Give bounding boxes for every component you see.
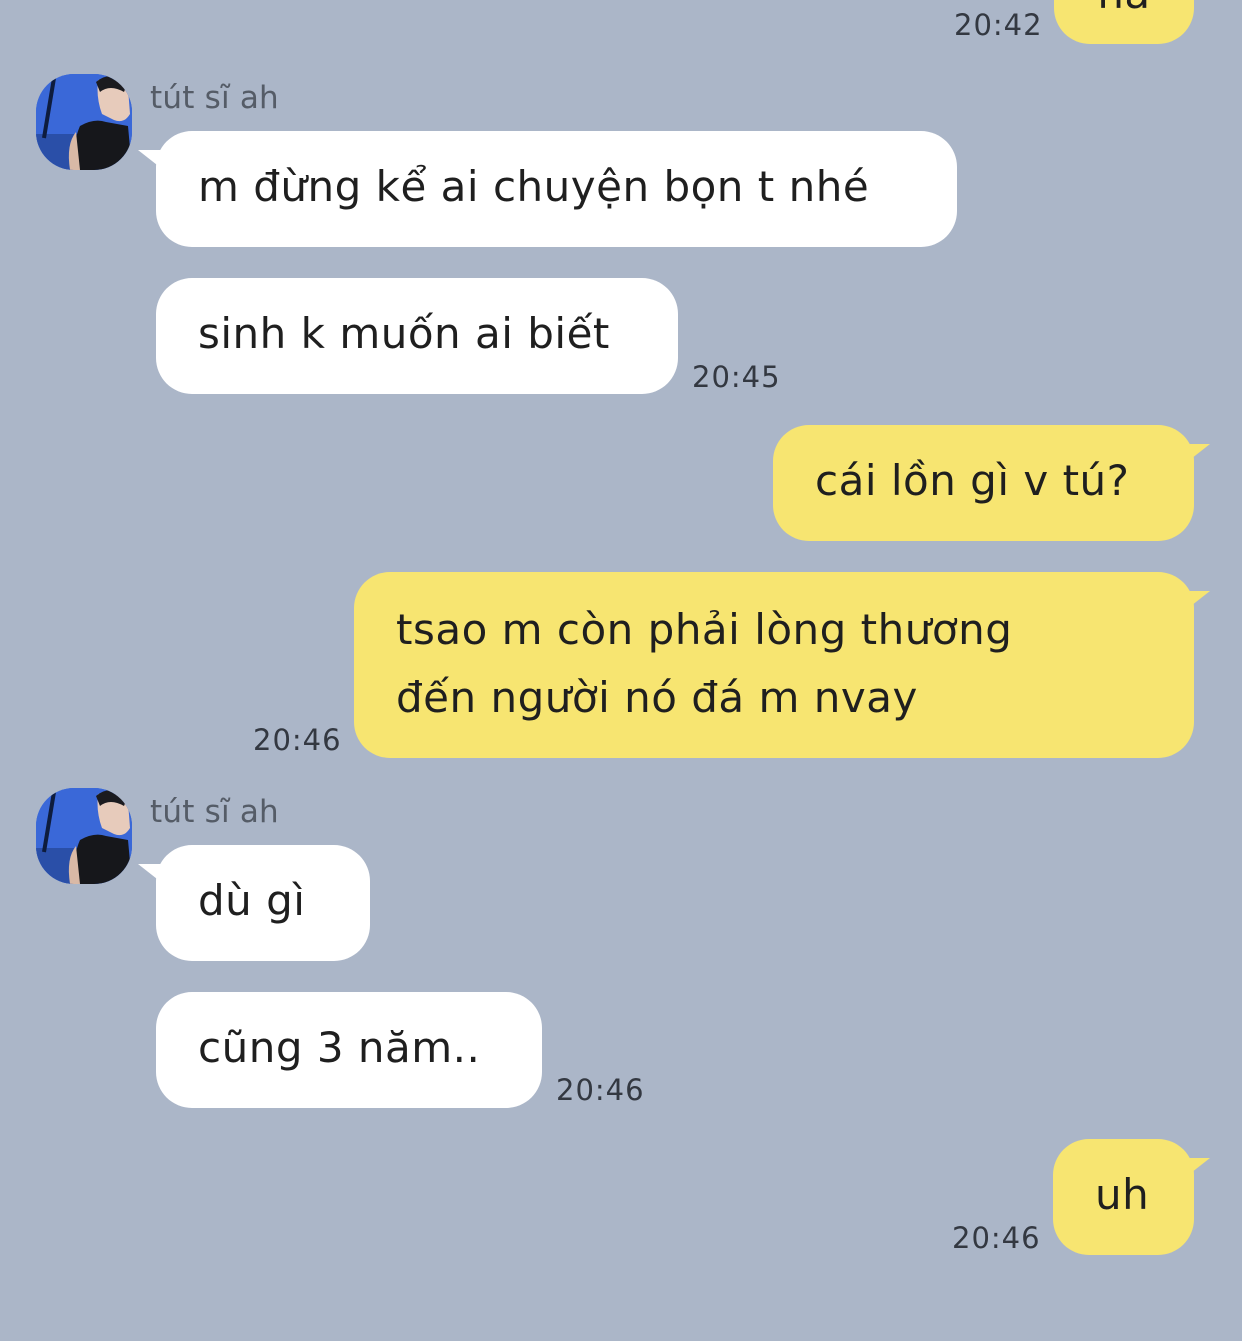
message-text: m đừng kể ai chuyện bọn t nhé — [198, 162, 870, 211]
incoming-bubble[interactable]: sinh k muốn ai biết — [156, 278, 678, 394]
message-text: cũng 3 năm.. — [198, 1023, 481, 1072]
avatar[interactable] — [36, 74, 132, 170]
message-time: 20:46 — [253, 723, 342, 757]
outgoing-bubble[interactable]: uh — [1053, 1139, 1194, 1255]
message-text: uh — [1095, 1170, 1150, 1219]
message-time: 20:42 — [954, 8, 1043, 42]
outgoing-bubble-partial[interactable]: hả — [1054, 0, 1194, 44]
avatar-photo-icon — [36, 788, 132, 884]
message-time: 20:46 — [952, 1221, 1041, 1255]
avatar-photo-icon — [36, 74, 132, 170]
bubble-tail — [1182, 1158, 1210, 1180]
outgoing-bubble[interactable]: cái lồn gì v tú? — [773, 425, 1194, 541]
sender-name: tút sĩ ah — [150, 794, 279, 830]
bubble-tail — [1182, 444, 1210, 466]
message-time: 20:46 — [556, 1073, 645, 1107]
message-time: 20:45 — [692, 360, 781, 394]
message-text: cái lồn gì v tú? — [815, 456, 1130, 505]
incoming-bubble[interactable]: dù gì — [156, 845, 370, 961]
chat-transcript: hả 20:42 tút sĩ ah m đừng kể ai chuyện b… — [0, 0, 1242, 1341]
message-text-line-1: tsao m còn phải lòng thương — [396, 605, 1013, 654]
avatar[interactable] — [36, 788, 132, 884]
message-text: dù gì — [198, 876, 306, 925]
message-text: sinh k muốn ai biết — [198, 309, 610, 358]
message-text: hả — [1097, 0, 1150, 18]
outgoing-bubble[interactable]: tsao m còn phải lòng thương đến người nó… — [354, 572, 1194, 758]
sender-name: tút sĩ ah — [150, 80, 279, 116]
incoming-bubble[interactable]: m đừng kể ai chuyện bọn t nhé — [156, 131, 957, 247]
message-text-line-2: đến người nó đá m nvay — [396, 673, 918, 722]
bubble-tail — [1182, 591, 1210, 613]
incoming-bubble[interactable]: cũng 3 năm.. — [156, 992, 542, 1108]
